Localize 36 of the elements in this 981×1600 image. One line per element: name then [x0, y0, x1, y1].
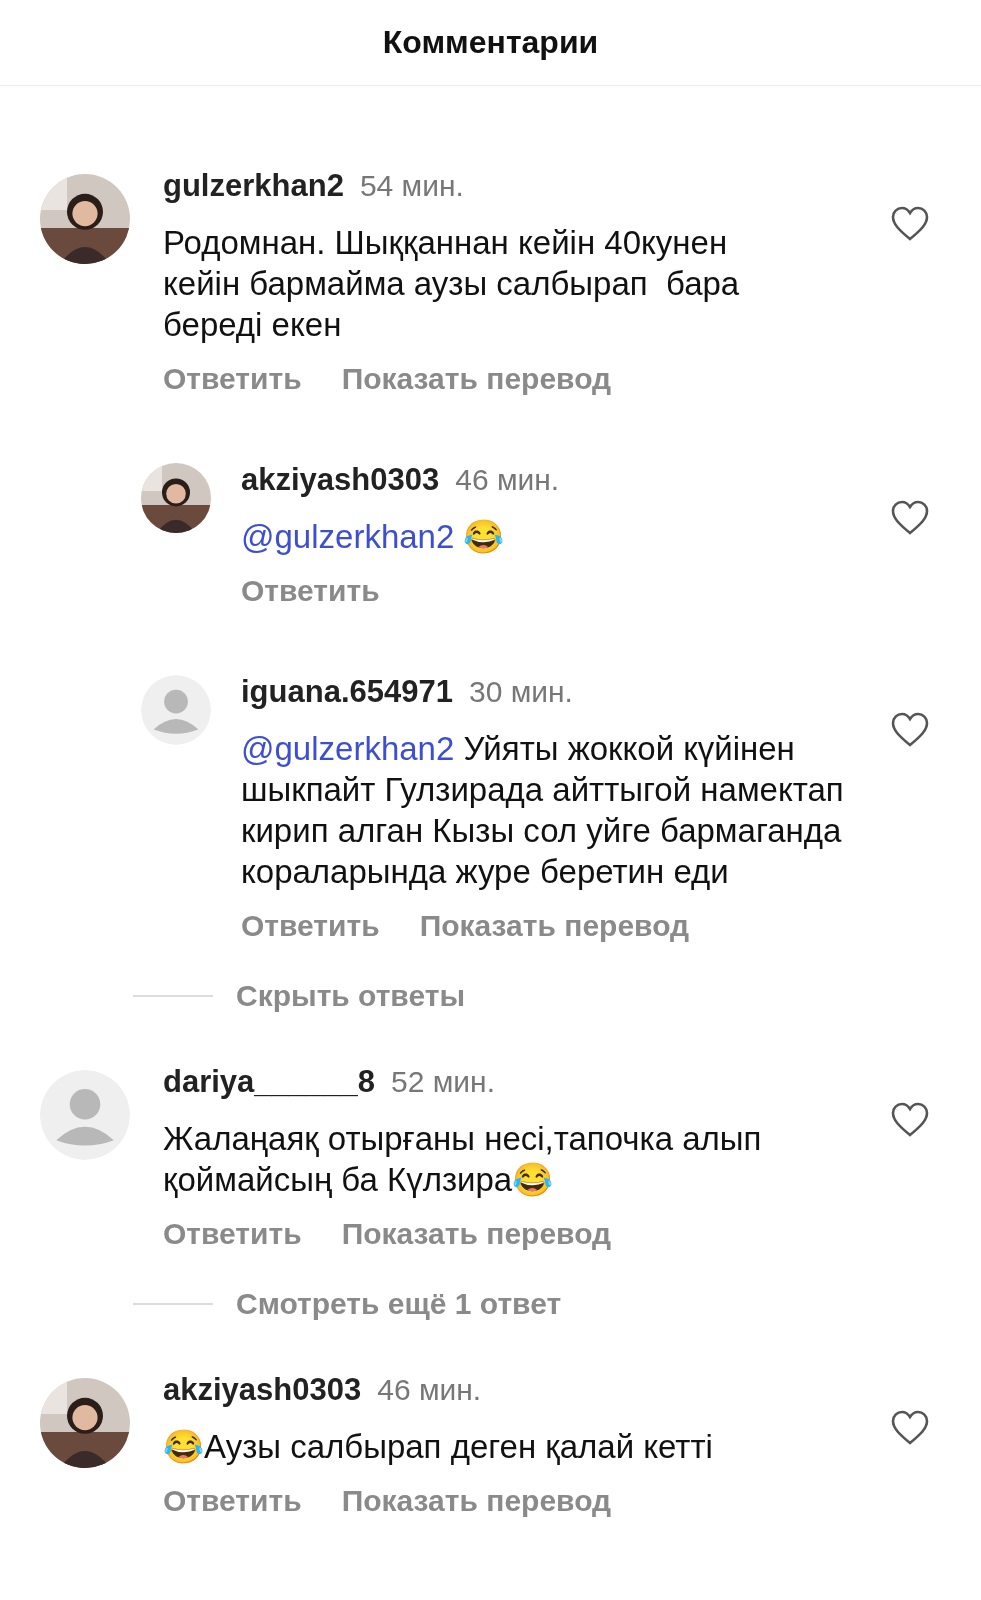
username[interactable]: dariya______8 [163, 1064, 376, 1100]
reply-button[interactable]: Ответить [163, 1484, 302, 1518]
username[interactable]: akziyash0303 [241, 462, 440, 498]
comment-time: 30 мин. [468, 675, 573, 709]
username[interactable]: iguana.654971 [241, 674, 453, 710]
page-title: Комментарии [382, 24, 599, 61]
comment-text: Жалаңаяқ отырғаны несі,тапочка алып қоймайсың ба Күлзира😂 [163, 1119, 763, 1200]
comment-text: @gulzerkhan2 😂 [241, 517, 506, 557]
comment-time: 46 мин. [377, 1373, 482, 1407]
comment-time: 52 мин. [391, 1065, 496, 1099]
heart-icon[interactable] [891, 712, 929, 748]
reply-button[interactable]: Ответить [163, 362, 302, 396]
translate-button[interactable]: Показать перевод [341, 1484, 612, 1518]
heart-icon[interactable] [891, 1410, 929, 1446]
heart-icon[interactable] [891, 500, 929, 536]
replies-toggle[interactable]: Смотреть ещё 1 ответ [236, 1287, 562, 1321]
username[interactable]: akziyash0303 [163, 1372, 362, 1408]
translate-button[interactable]: Показать перевод [419, 909, 690, 943]
mention-link[interactable]: @gulzerkhan2 [241, 730, 455, 767]
comment-text: Родомнан. Шыққаннан кейін 40кунен кейін бармайма аузы салбырап бара береді екен [163, 223, 741, 345]
mention-link[interactable]: @gulzerkhan2 [241, 518, 455, 555]
avatar-icon [40, 1070, 130, 1160]
translate-button[interactable]: Показать перевод [341, 362, 612, 396]
reply-button[interactable]: Ответить [241, 909, 380, 943]
username[interactable]: gulzerkhan2 [163, 168, 344, 204]
comment-text: 😂Аузы салбырап деген қалай кетті [163, 1427, 714, 1467]
translate-button[interactable]: Показать перевод [341, 1217, 612, 1251]
comment-text: @gulzerkhan2 Уйяты жоккой күйінен шыкпайт Гулзирада айттыгой намектап кирип алган Кызы сол уйге бармаганда кораларында журе беретин еди [241, 729, 845, 892]
comment-time: 54 мин. [359, 169, 464, 203]
heart-icon[interactable] [891, 206, 929, 242]
avatar-icon [141, 675, 211, 745]
comment-time: 46 мин. [455, 463, 560, 497]
reply-button[interactable]: Ответить [163, 1217, 302, 1251]
replies-toggle[interactable]: Скрыть ответы [236, 979, 465, 1013]
heart-icon[interactable] [891, 1102, 929, 1138]
reply-button[interactable]: Ответить [241, 574, 380, 608]
